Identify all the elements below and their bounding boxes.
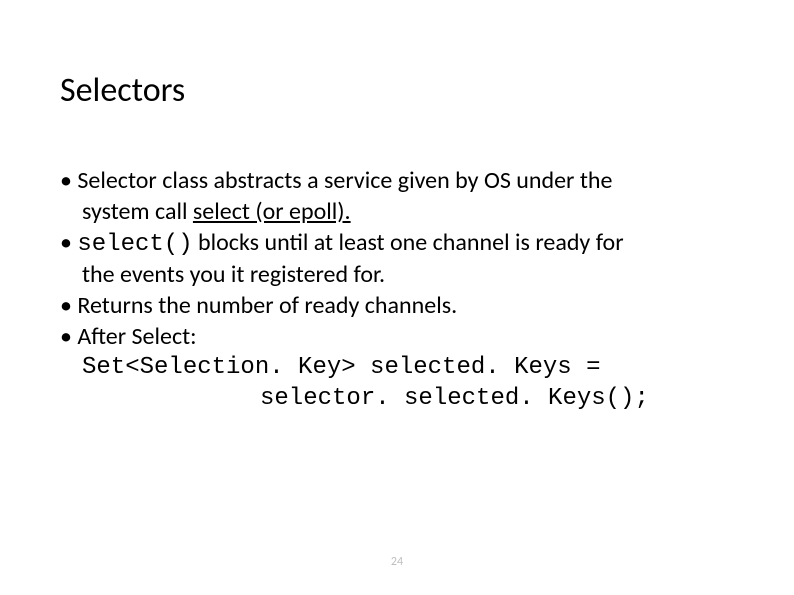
bullet-4: • After Select:	[60, 323, 734, 352]
bullet-2-marker: •	[60, 228, 77, 257]
bullet-1-line-2-underline: select (or epoll).	[193, 197, 351, 226]
bullet-3: • Returns the number of ready channels.	[60, 292, 734, 321]
bullet-4-code-line-2: selector. selected. Keys();	[60, 385, 734, 414]
bullet-1-line-2-pre: system call	[82, 197, 193, 226]
bullet-2-code: select()	[77, 231, 192, 258]
bullet-2-line-1: • select() blocks until at least one cha…	[60, 229, 734, 260]
slide: Selectors • Selector class abstracts a s…	[0, 0, 794, 595]
bullet-2-rest: blocks until at least one channel is rea…	[193, 228, 624, 257]
bullet-1-line-1: • Selector class abstracts a service giv…	[60, 167, 734, 196]
slide-title: Selectors	[60, 70, 734, 111]
bullet-4-code-line-1: Set<Selection. Key> selected. Keys =	[60, 354, 734, 383]
slide-body: • Selector class abstracts a service giv…	[60, 167, 734, 413]
page-number: 24	[0, 555, 794, 569]
bullet-1-line-2: system call select (or epoll).	[60, 198, 734, 227]
bullet-2-line-2: the events you it registered for.	[60, 261, 734, 290]
